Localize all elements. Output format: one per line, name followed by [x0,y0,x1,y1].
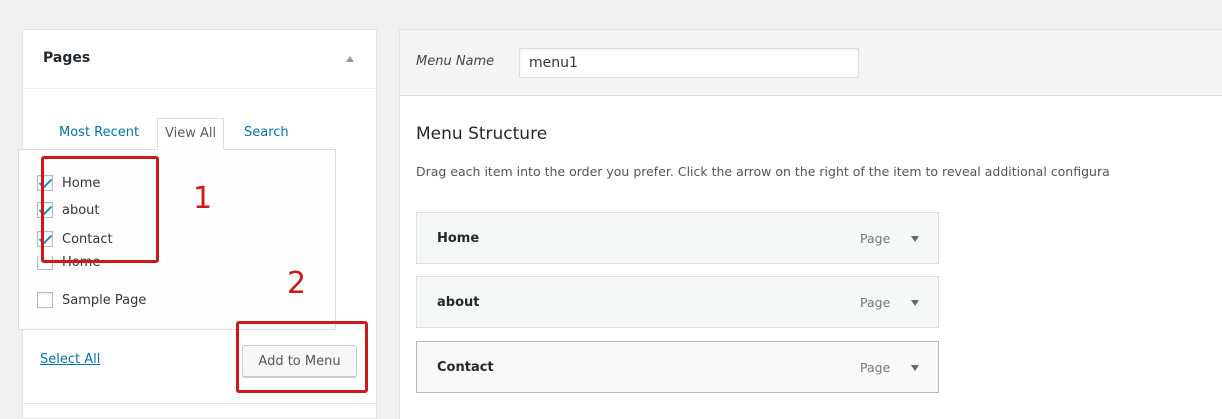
checkbox-unchecked[interactable] [37,292,53,308]
menu-header: Menu Name [400,30,1222,96]
pages-panel-title: Pages [43,50,91,66]
annotation-box-add-button [236,321,368,393]
menu-item[interactable]: about Page [416,276,939,328]
pages-panel-header[interactable]: Pages [23,30,376,89]
tab-view-all[interactable]: View All [157,118,225,150]
page-checkbox-label: Sample Page [62,292,147,308]
page-checkbox-item[interactable]: Sample Page [37,289,146,311]
select-all-link[interactable]: Select All [40,352,100,367]
menu-item-title: Contact [437,360,494,375]
menu-item-type: Page [860,295,891,310]
menu-item-type: Page [860,231,891,246]
tab-most-recent[interactable]: Most Recent [52,118,146,150]
menu-item-title: Home [437,231,480,246]
annotation-number-2: 2 [287,266,307,301]
annotation-number-1: 1 [193,181,213,216]
menu-edit-panel: Menu Name Menu Structure Drag each item … [399,29,1222,419]
tab-search[interactable]: Search [237,118,296,150]
menu-structure-description: Drag each item into the order you prefer… [416,164,1110,179]
menu-item-type: Page [860,360,891,375]
expand-arrow-icon[interactable] [911,236,919,242]
collapse-arrow-icon[interactable] [346,56,354,62]
annotation-box-checkboxes [41,156,159,263]
panel-divider [22,403,377,404]
menu-structure-title: Menu Structure [416,124,548,144]
pages-tabs: Most Recent View All Search [18,118,336,150]
menu-item[interactable]: Home Page [416,212,939,264]
menu-item[interactable]: Contact Page [416,341,939,393]
expand-arrow-icon[interactable] [911,365,919,371]
menu-name-input[interactable] [519,48,859,78]
menu-item-title: about [437,295,480,310]
menu-name-label: Menu Name [416,54,495,69]
expand-arrow-icon[interactable] [911,300,919,306]
